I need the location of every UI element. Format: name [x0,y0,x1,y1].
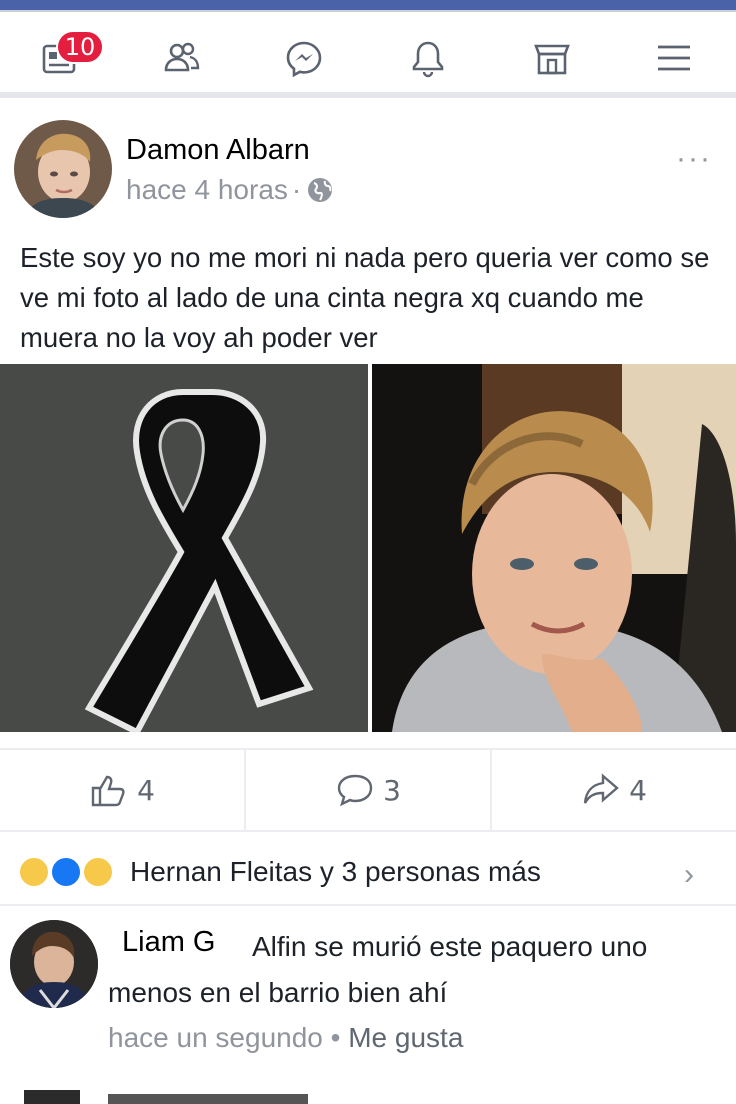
comment-count: 3 [383,773,401,807]
comment-like-button[interactable]: Me gusta [348,1022,463,1053]
reaction-icons [18,852,122,892]
post-options-button[interactable]: ··· [676,142,712,176]
reactions-summary-row[interactable]: Hernan Fleitas y 3 personas más › [0,840,736,906]
like-button[interactable]: 4 [0,750,246,830]
post-body-text: Este soy yo no me mori ni nada pero quer… [20,242,710,353]
sad-icon [18,856,50,888]
next-comment-partial [0,1080,736,1104]
post-actions-bar: 4 3 4 [0,748,736,832]
next-comment-avatar-fragment [24,1090,80,1104]
comment-meta-dot: • [330,1022,341,1053]
comment-bubble-icon [337,774,373,807]
post-header: Damon Albarn hace 4 horas · ··· [0,104,736,224]
commenter-name[interactable]: Liam G [122,926,215,959]
notification-count-badge: 10 [56,30,104,64]
next-comment-name-fragment [108,1094,308,1104]
black-ribbon-image[interactable] [0,364,368,736]
post-photos[interactable] [0,364,736,736]
comment-item: Alfin se murió este paquero uno menos en… [0,914,736,1064]
messenger-icon[interactable] [282,38,326,78]
globe-icon [308,178,333,202]
commenter-avatar[interactable] [10,920,98,1008]
like-icon [50,856,82,888]
menu-icon[interactable] [652,38,696,78]
thumbs-up-icon [91,775,125,807]
chevron-right-icon[interactable]: › [684,858,694,892]
like-count: 4 [137,773,155,807]
post-author-name[interactable]: Damon Albarn [126,134,310,167]
post-time[interactable]: hace 4 horas [126,174,288,206]
friends-icon[interactable] [160,38,204,78]
notifications-bell-icon[interactable] [406,38,450,78]
share-arrow-icon [583,773,619,804]
comment-time: hace un segundo [108,1022,323,1053]
comment-button[interactable]: 3 [246,750,492,830]
meta-separator: · [291,174,302,205]
reactions-summary-text: Hernan Fleitas y 3 personas más [130,856,541,887]
author-avatar[interactable] [14,120,112,218]
marketplace-icon[interactable] [530,38,574,78]
share-button[interactable]: 4 [492,750,736,830]
top-status-strip [0,0,736,12]
haha-icon [82,856,114,888]
share-count: 4 [629,773,647,807]
comment-meta: hace un segundo • Me gusta [108,1022,463,1054]
post-meta: hace 4 horas · [126,174,335,206]
portrait-photo[interactable] [372,364,736,732]
top-navigation-bar: 10 [0,12,736,98]
